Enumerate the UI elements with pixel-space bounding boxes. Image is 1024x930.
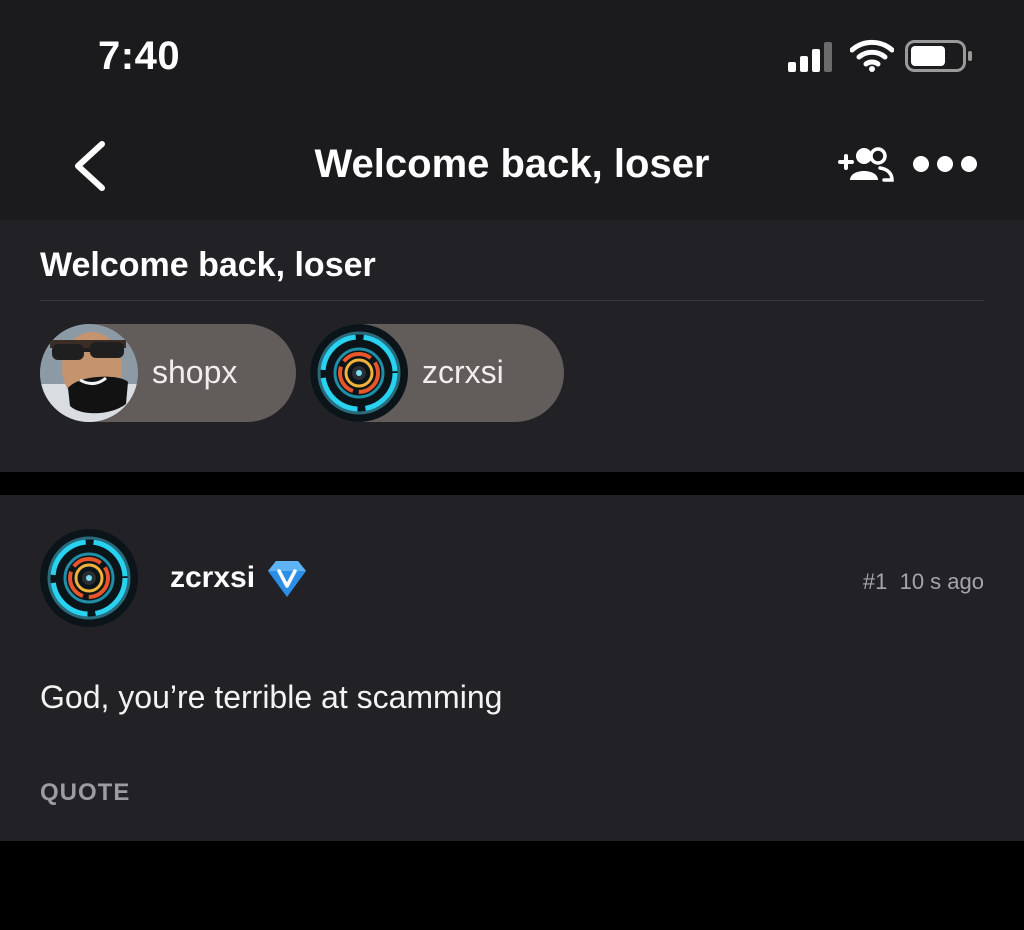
status-bar: 7:40: [0, 0, 1024, 110]
post-meta: #1 10 s ago: [863, 569, 984, 595]
post-username[interactable]: zcrxsi: [170, 561, 255, 595]
post-body: God, you’re terrible at scamming: [40, 679, 503, 715]
divider: [40, 300, 984, 301]
neon-ring-avatar: [310, 324, 408, 422]
post-card: zcrxsi #1 10 s ago God, you’re terrible …: [0, 495, 1024, 841]
add-people-icon[interactable]: [838, 144, 894, 184]
signal-icon: [788, 42, 832, 72]
group-title: Welcome back, loser: [40, 246, 376, 284]
post-author-avatar[interactable]: [40, 529, 138, 627]
wifi-icon: [850, 39, 894, 72]
more-dots-icon[interactable]: [912, 152, 978, 176]
member-chip-shopx[interactable]: shopx: [40, 324, 296, 422]
member-name: shopx: [152, 354, 238, 390]
post-time: 10 s ago: [899, 569, 984, 594]
status-time: 7:40: [98, 34, 181, 78]
group-header: Welcome back, loser shopx zcrxsi: [0, 220, 1024, 472]
post-number: #1: [862, 569, 888, 594]
verified-v-icon: [268, 561, 306, 597]
member-name: zcrxsi: [422, 354, 504, 390]
member-chip-zcrxsi[interactable]: zcrxsi: [310, 324, 564, 422]
nav-bar: Welcome back, loser: [0, 110, 1024, 220]
battery-icon: [905, 40, 972, 72]
quote-button[interactable]: QUOTE: [40, 779, 130, 807]
photo-avatar: [40, 324, 138, 422]
